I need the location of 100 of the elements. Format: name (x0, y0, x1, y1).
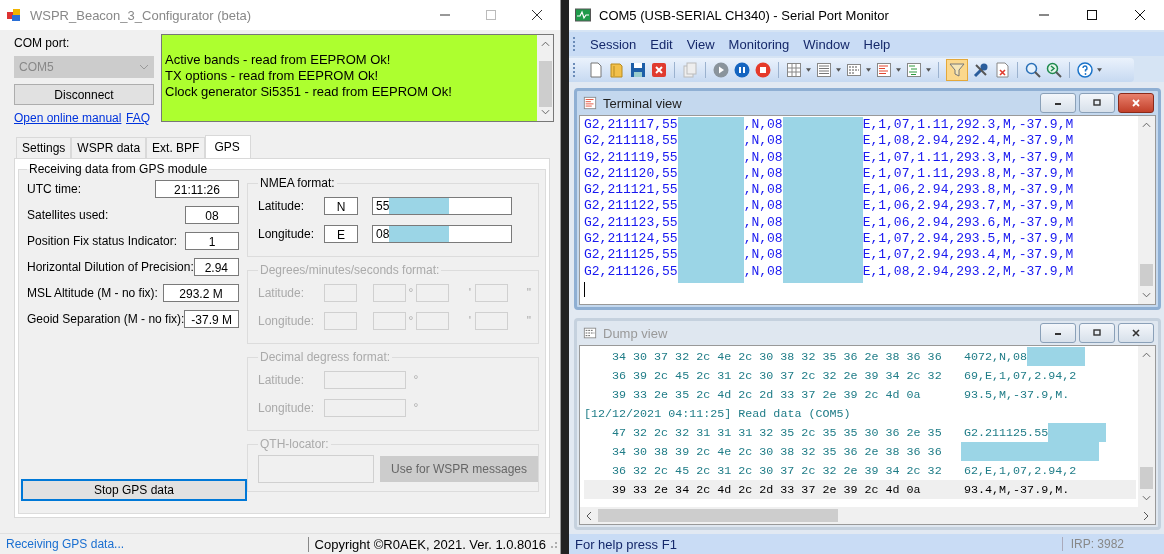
close-icon[interactable] (1134, 9, 1146, 21)
menu-item[interactable]: Monitoring (721, 36, 797, 52)
window-title: WSPR_Beacon_3_Configurator (beta) (30, 7, 252, 23)
restore-icon[interactable] (1092, 98, 1102, 108)
terminal-icon (583, 96, 597, 110)
terminal-text: E,1,08,2.94,293.2,M,-37.9,M (862, 263, 1075, 280)
unit-mark: ° (407, 286, 415, 300)
menu-item[interactable]: View (679, 36, 722, 52)
cancel-icon[interactable] (651, 62, 667, 78)
hex-bytes: 47 32 2c 32 31 31 31 32 35 2c 35 35 30 36 2e 35 (612, 425, 943, 440)
close-button[interactable] (1118, 323, 1154, 343)
restore-button[interactable] (1079, 93, 1115, 113)
log-line: Clock generator Si5351 - read from EEPROM Ok! (165, 84, 453, 100)
caret-icon[interactable] (806, 68, 811, 72)
log-line: Active bands - read from EEPROM Ok! (165, 52, 392, 68)
text-cursor (584, 281, 585, 297)
close-icon[interactable] (531, 9, 543, 21)
caret-icon[interactable] (926, 68, 931, 72)
coordinate-label: Latitude: (258, 373, 306, 387)
coordinate-label: Latitude: (258, 286, 306, 300)
scroll-thumb[interactable] (538, 61, 552, 107)
horizontal-scrollbar[interactable] (579, 507, 1156, 525)
search-next-icon[interactable] (1046, 62, 1062, 78)
unit-mark: ' (467, 314, 473, 328)
unit-mark: " (525, 314, 533, 328)
stop-icon[interactable] (755, 62, 771, 78)
scrollbar[interactable] (537, 35, 553, 121)
tab[interactable]: Ext. BPF (146, 137, 206, 158)
reading-label: Geoid Separation (M - no fix): (27, 312, 185, 326)
scroll-up-icon[interactable] (540, 41, 550, 47)
log-line: TX options - read from EEPROM Ok! (165, 68, 380, 84)
terminal-text: ,N,08 (743, 214, 783, 232)
reading-label: Satellites used: (27, 208, 109, 222)
resize-grip-icon[interactable] (548, 539, 558, 549)
scroll-down-icon[interactable] (1142, 495, 1151, 501)
save-icon[interactable] (630, 62, 646, 78)
tab[interactable]: WSPR data (71, 137, 147, 158)
pause-icon[interactable] (734, 62, 750, 78)
terminal-text: E,1,06,2.94,293.6,M,-37.9,M (862, 214, 1075, 232)
hex-bytes: 34 30 37 32 2c 4e 2c 30 38 32 35 36 2e 38 36 36 (612, 349, 943, 364)
tools-icon[interactable] (973, 62, 989, 78)
dump-icon (583, 326, 597, 340)
close-icon[interactable] (1131, 328, 1141, 338)
ascii-text: 62,E,1,07,2.94,2 (964, 463, 1077, 478)
grid-icon[interactable] (786, 62, 802, 78)
lines-icon[interactable] (906, 62, 922, 78)
scroll-up-icon[interactable] (1142, 352, 1151, 358)
panel-title: Dump view (603, 325, 668, 341)
scroll-right-icon[interactable] (1143, 510, 1149, 521)
scroll-down-icon[interactable] (1142, 292, 1151, 298)
terminal-text: E,1,07,1.11,293.3,M,-37.9,M (862, 149, 1075, 166)
coordinate-field: 55 (372, 197, 512, 215)
menu-item[interactable]: Session (583, 36, 644, 52)
folder-icon[interactable] (609, 62, 625, 78)
restore-icon[interactable] (1092, 328, 1102, 338)
close-button[interactable] (1118, 93, 1154, 113)
menu-item[interactable]: Window (796, 36, 857, 52)
group-title: NMEA format: (259, 176, 336, 190)
terminal-text: G2,211126,55 (584, 263, 678, 280)
stop-gps-button[interactable]: Stop GPS data (21, 479, 247, 501)
reading-field: 293.2 M (163, 284, 239, 302)
tab[interactable]: Settings (16, 137, 72, 158)
play-icon[interactable] (713, 62, 729, 78)
unit-mark: ° (412, 373, 420, 387)
terminal-lines-icon[interactable] (876, 62, 892, 78)
terminal-text: G2,211125,55 (584, 247, 678, 264)
terminal-text: G2,211120,55 (584, 165, 678, 183)
dump-icon[interactable] (846, 62, 862, 78)
scroll-thumb[interactable] (598, 509, 838, 522)
maximize-icon[interactable] (1086, 9, 1098, 21)
disconnect-button[interactable]: Disconnect (14, 84, 154, 105)
reading-label: Position Fix status Indicator: (27, 234, 178, 248)
scrollbar[interactable] (1138, 116, 1155, 304)
monitor-icon (575, 7, 591, 23)
scrollbar[interactable] (1138, 346, 1155, 507)
scroll-thumb[interactable] (1140, 467, 1153, 489)
caret-icon[interactable] (896, 68, 901, 72)
scroll-down-icon[interactable] (540, 109, 550, 115)
scroll-thumb[interactable] (1140, 264, 1153, 286)
scroll-left-icon[interactable] (586, 510, 592, 521)
caret-icon[interactable] (836, 68, 841, 72)
reading-label: UTC time: (27, 182, 81, 196)
restore-button[interactable] (1079, 323, 1115, 343)
scroll-up-icon[interactable] (1142, 122, 1151, 128)
selected-row[interactable]: 39 33 2e 34 2c 4d 2c 2d 33 37 2e 39 2c 4d 0a 93.4,M,-37.9,M. (584, 480, 1136, 499)
new-file-icon[interactable] (588, 62, 604, 78)
tab[interactable]: GPS (205, 135, 251, 158)
list-icon[interactable] (816, 62, 832, 78)
link[interactable]: FAQ (126, 111, 150, 125)
ascii-text: 4072,N,08 (964, 349, 1028, 364)
caret-icon[interactable] (1097, 68, 1102, 72)
unit-mark: ° (407, 314, 415, 328)
link[interactable]: Open online manual (14, 111, 122, 125)
search-icon[interactable] (1025, 62, 1041, 78)
caret-icon[interactable] (866, 68, 871, 72)
coordinate-label: Longitude: (258, 401, 316, 415)
menu-item[interactable]: Edit (643, 36, 680, 52)
menu-item[interactable]: Help (856, 36, 898, 52)
clear-file-icon[interactable] (994, 62, 1010, 78)
help-icon[interactable] (1077, 62, 1093, 78)
